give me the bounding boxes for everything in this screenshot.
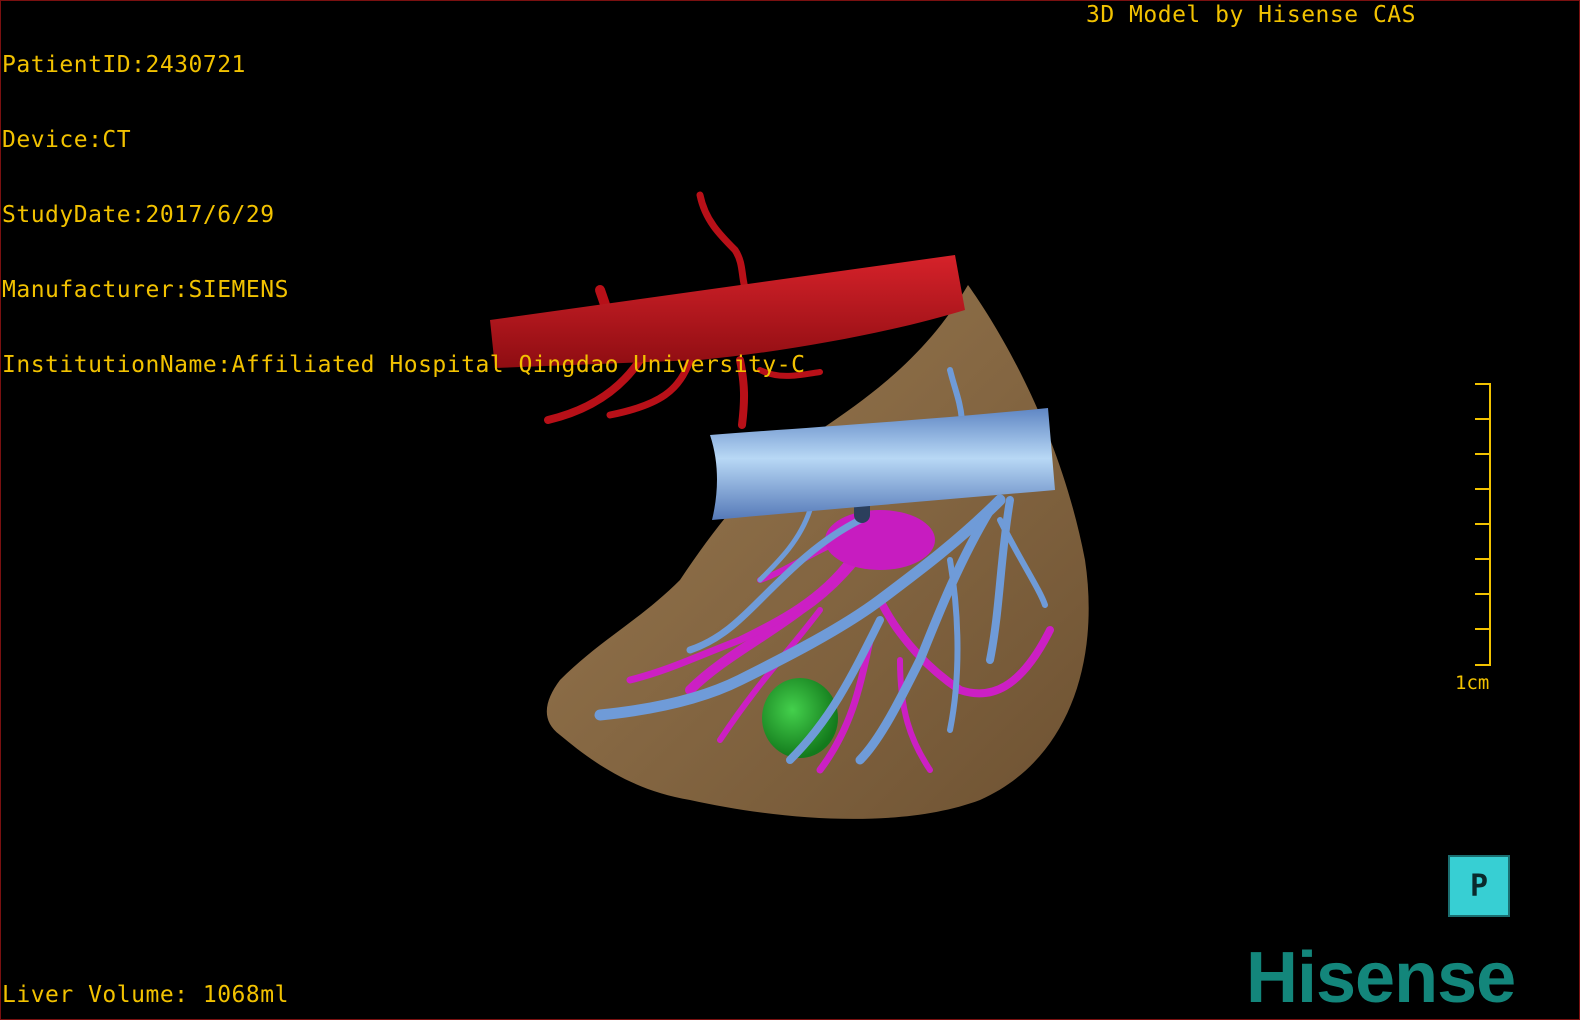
liver-volume: Liver Volume: 1068ml bbox=[2, 982, 289, 1008]
orientation-label: P bbox=[1469, 868, 1489, 904]
institution-name: InstitutionName:Affiliated Hospital Qing… bbox=[2, 352, 806, 378]
orientation-button[interactable]: P bbox=[1448, 855, 1510, 917]
hisense-logo: Hisense bbox=[1246, 938, 1516, 1018]
hepatic-vein-confluence bbox=[825, 510, 935, 570]
study-date: StudyDate:2017/6/29 bbox=[2, 202, 275, 228]
patient-id: PatientID:2430721 bbox=[2, 52, 246, 78]
scale-label: 1cm bbox=[1455, 672, 1490, 694]
device: Device:CT bbox=[2, 127, 132, 153]
patient-info: PatientID:2430721 Device:CT StudyDate:20… bbox=[2, 3, 805, 403]
manufacturer: Manufacturer:SIEMENS bbox=[2, 277, 289, 303]
model-caption: 3D Model by Hisense CAS bbox=[1086, 2, 1416, 28]
scale-bar bbox=[1475, 383, 1491, 666]
